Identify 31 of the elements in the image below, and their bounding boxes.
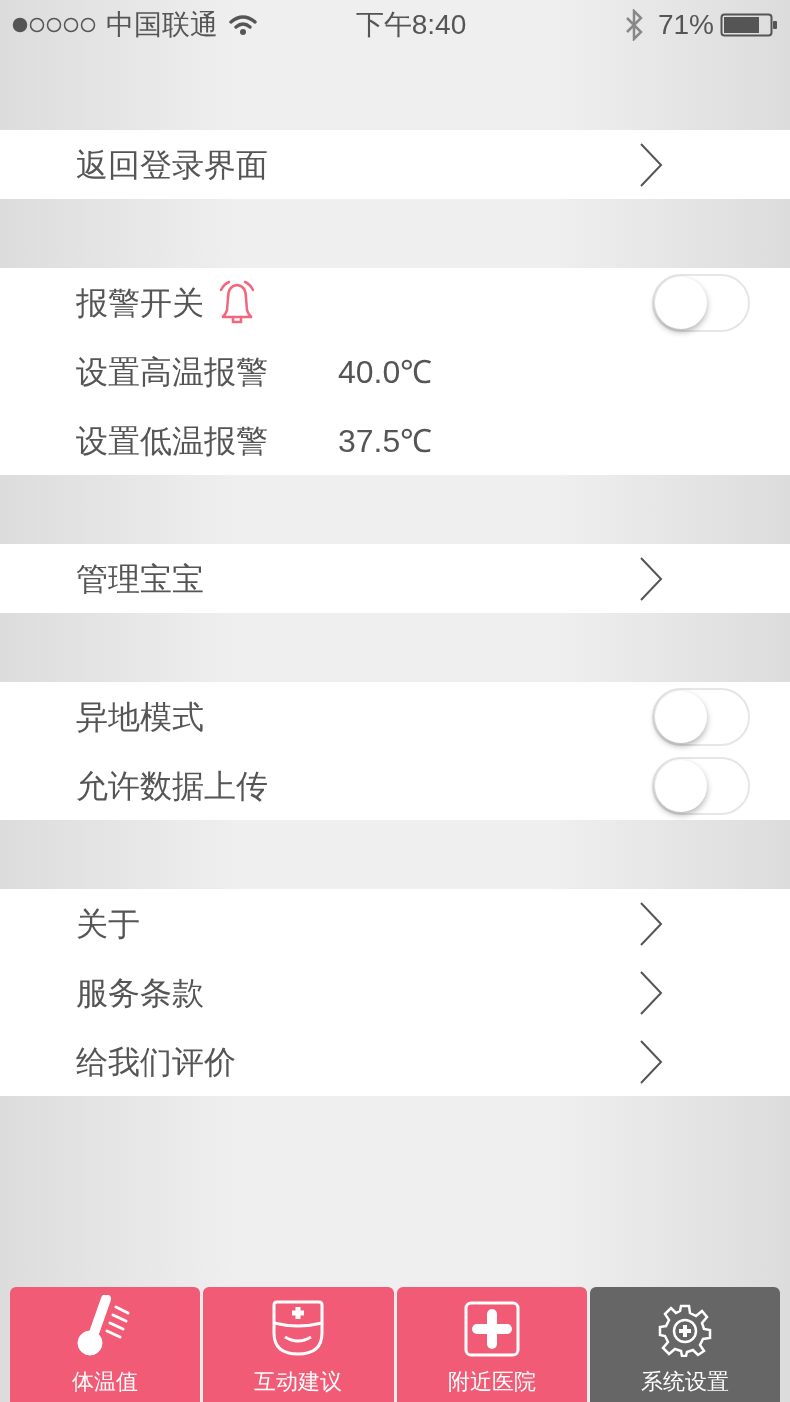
chevron-right-icon [638, 1038, 664, 1085]
setting-label[interactable]: 给我们评价 [76, 1037, 236, 1086]
setting-label: 设置高温报警 [76, 352, 268, 392]
carrier-name: 中国联通 [106, 8, 218, 42]
setting-label: 允许数据上传 [76, 766, 268, 806]
toggle-switch[interactable] [652, 273, 750, 332]
tab-button[interactable]: 系统设置 [589, 1287, 780, 1402]
setting-value[interactable]: 37.5℃ [338, 416, 433, 465]
setting-value[interactable]: 40.0℃ [338, 347, 433, 396]
setting-label: 报警开关 [76, 283, 204, 323]
setting-label[interactable]: 管理宝宝 [76, 554, 204, 603]
toggle-switch[interactable] [652, 687, 750, 746]
toggle-switch[interactable] [652, 756, 750, 815]
medical-shield-icon [271, 1299, 326, 1357]
settings-icon [657, 1303, 712, 1357]
chevron-right-icon [638, 969, 664, 1016]
chevron-right-icon [638, 141, 664, 188]
clock-time: 下午8:40 [355, 8, 467, 42]
setting-label[interactable]: 关于 [76, 899, 140, 948]
signal-icon [12, 17, 98, 33]
setting-label: 设置低温报警 [76, 421, 268, 461]
chevron-right-icon [638, 555, 664, 602]
chevron-right-icon [638, 900, 664, 947]
setting-label[interactable]: 返回登录界面 [76, 140, 268, 189]
bluetooth-icon [623, 9, 644, 41]
setting-label: 异地模式 [76, 697, 204, 737]
hospital-cross-icon [463, 1301, 520, 1357]
battery-percent: 71% [657, 8, 714, 42]
battery-icon [720, 12, 778, 38]
wifi-icon [228, 14, 258, 36]
setting-label[interactable]: 服务条款 [76, 968, 204, 1017]
